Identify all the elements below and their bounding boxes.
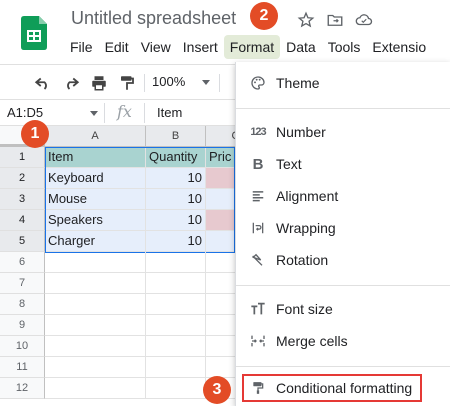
undo-icon[interactable] <box>33 73 53 93</box>
merge-cells-icon <box>248 331 268 351</box>
row-header-7[interactable]: 7 <box>0 273 45 294</box>
menu-item-label: Text <box>276 156 302 172</box>
menu-item-alignment[interactable]: Alignment <box>236 182 450 210</box>
menu-data[interactable]: Data <box>280 35 322 59</box>
column-header-a[interactable]: A <box>45 126 146 147</box>
text-rotation-icon <box>248 250 268 270</box>
empty-cell[interactable] <box>45 315 146 336</box>
row-header-3[interactable]: 3 <box>0 189 45 210</box>
text-wrap-icon <box>248 218 268 238</box>
menu-item-font-size[interactable]: Font size <box>236 295 450 323</box>
menu-item-wrapping[interactable]: Wrapping <box>236 214 450 242</box>
callout-badge-2: 2 <box>250 2 278 30</box>
cell-a4[interactable]: Speakers <box>45 210 146 231</box>
menu-item-label: Wrapping <box>276 220 336 236</box>
menu-item-label: Merge cells <box>276 333 348 349</box>
paint-roller-icon <box>248 378 268 398</box>
document-title[interactable]: Untitled spreadsheet <box>71 8 236 29</box>
empty-cell[interactable] <box>45 336 146 357</box>
font-size-icon <box>248 299 268 319</box>
sheets-logo-icon[interactable] <box>21 16 47 50</box>
zoom-select[interactable]: 100% <box>152 74 185 89</box>
row-header-10[interactable]: 10 <box>0 336 45 357</box>
menu-item-rotation[interactable]: Rotation <box>236 246 450 274</box>
cell-b4[interactable]: 10 <box>146 210 206 231</box>
row-header-1[interactable]: 1 <box>0 147 45 168</box>
cell-b2[interactable]: 10 <box>146 168 206 189</box>
cell-b1[interactable]: Quantity <box>146 147 206 168</box>
row-header-5[interactable]: 5 <box>0 231 45 252</box>
empty-cell[interactable] <box>45 294 146 315</box>
paint-format-icon[interactable] <box>117 73 137 93</box>
empty-cell[interactable] <box>45 357 146 378</box>
menu-item-text[interactable]: B Text <box>236 150 450 178</box>
menu-item-label: Theme <box>276 75 320 91</box>
empty-cell[interactable] <box>146 273 206 294</box>
menu-item-conditional-formatting[interactable]: Conditional formatting <box>242 374 422 402</box>
cell-a2[interactable]: Keyboard <box>45 168 146 189</box>
menu-item-theme[interactable]: Theme <box>236 69 450 97</box>
empty-cell[interactable] <box>146 252 206 273</box>
menu-format[interactable]: Format <box>223 35 281 59</box>
cell-a5[interactable]: Charger <box>45 231 146 252</box>
empty-cell[interactable] <box>45 378 146 399</box>
callout-badge-3: 3 <box>203 376 231 404</box>
number-123-icon: 123 <box>250 126 266 138</box>
cell-a1[interactable]: Item <box>45 147 146 168</box>
menu-item-number[interactable]: 123 Number <box>236 118 450 146</box>
row-header-2[interactable]: 2 <box>0 168 45 189</box>
zoom-dropdown-icon[interactable] <box>202 80 210 85</box>
move-folder-icon[interactable] <box>325 10 345 30</box>
menu-edit[interactable]: Edit <box>99 35 135 59</box>
row-header-12[interactable]: 12 <box>0 378 45 399</box>
star-icon[interactable] <box>296 10 316 30</box>
row-header-9[interactable]: 9 <box>0 315 45 336</box>
menu-insert[interactable]: Insert <box>177 35 224 59</box>
name-box[interactable]: A1:D5 <box>7 105 43 120</box>
empty-cell[interactable] <box>45 273 146 294</box>
menubar: File Edit View Insert Format Data Tools … <box>64 34 432 60</box>
redo-icon[interactable] <box>61 73 81 93</box>
cell-a3[interactable]: Mouse <box>45 189 146 210</box>
fx-icon: fx <box>117 102 132 121</box>
menu-item-label: Rotation <box>276 252 329 268</box>
row-header-4[interactable]: 4 <box>0 210 45 231</box>
cell-b5[interactable]: 10 <box>146 231 206 252</box>
empty-cell[interactable] <box>146 315 206 336</box>
column-header-b[interactable]: B <box>146 126 206 147</box>
bold-b-icon: B <box>252 155 264 173</box>
empty-cell[interactable] <box>146 378 206 399</box>
menu-item-label: Number <box>276 124 326 140</box>
align-left-icon <box>248 186 268 206</box>
menu-item-merge-cells[interactable]: Merge cells <box>236 327 450 355</box>
row-header-8[interactable]: 8 <box>0 294 45 315</box>
menu-view[interactable]: View <box>135 35 177 59</box>
empty-cell[interactable] <box>146 357 206 378</box>
row-header-6[interactable]: 6 <box>0 252 45 273</box>
menu-item-label: Font size <box>276 301 333 317</box>
palette-icon <box>248 73 268 93</box>
menu-file[interactable]: File <box>64 35 99 59</box>
cell-b3[interactable]: 10 <box>146 189 206 210</box>
menu-item-label: Conditional formatting <box>276 380 413 396</box>
formula-input[interactable]: Item <box>157 105 182 120</box>
empty-cell[interactable] <box>45 252 146 273</box>
menu-item-label: Alignment <box>276 188 339 204</box>
print-icon[interactable] <box>89 73 109 93</box>
empty-cell[interactable] <box>146 336 206 357</box>
empty-cell[interactable] <box>146 294 206 315</box>
menu-tools[interactable]: Tools <box>322 35 367 59</box>
format-menu: Theme 123 Number B Text Alignment Wrappi… <box>235 62 450 406</box>
callout-badge-1: 1 <box>21 120 49 148</box>
menu-extensions[interactable]: Extensio <box>366 35 432 59</box>
row-header-11[interactable]: 11 <box>0 357 45 378</box>
name-box-dropdown-icon[interactable] <box>90 111 98 116</box>
cloud-status-icon[interactable] <box>354 10 374 30</box>
